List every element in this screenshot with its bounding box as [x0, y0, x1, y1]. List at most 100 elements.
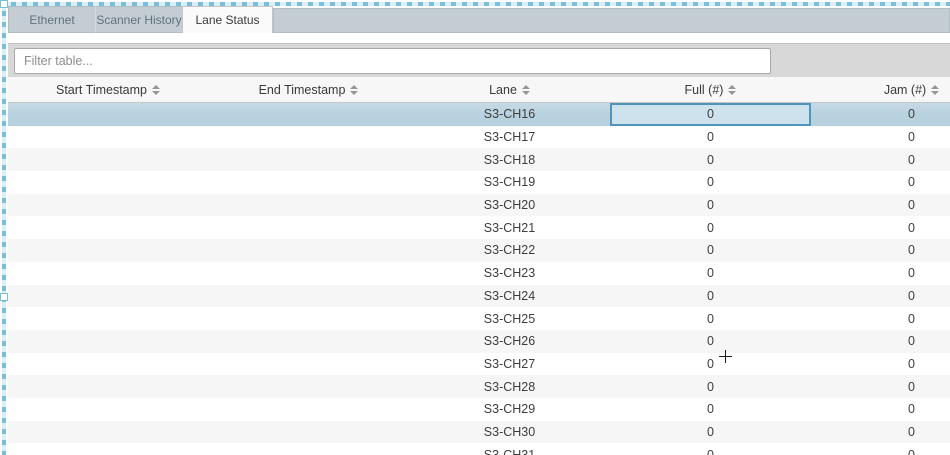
start-timestamp-cell[interactable] — [8, 148, 208, 171]
table-row[interactable]: S3-CH31 0 0 — [8, 443, 950, 455]
jam-cell[interactable]: 0 — [811, 126, 950, 149]
jam-cell[interactable]: 0 — [811, 398, 950, 421]
table-row[interactable]: S3-CH18 0 0 — [8, 148, 950, 171]
start-timestamp-cell[interactable] — [8, 421, 208, 444]
end-timestamp-cell[interactable] — [208, 421, 409, 444]
jam-cell[interactable]: 0 — [811, 421, 950, 444]
start-timestamp-cell[interactable] — [8, 307, 208, 330]
jam-cell[interactable]: 0 — [811, 262, 950, 285]
full-cell[interactable]: 0 — [610, 353, 811, 376]
end-timestamp-cell[interactable] — [208, 285, 409, 308]
lane-cell[interactable]: S3-CH27 — [409, 353, 610, 376]
end-timestamp-cell[interactable] — [208, 126, 409, 149]
end-timestamp-cell[interactable] — [208, 262, 409, 285]
table-row[interactable]: S3-CH16 0 0 — [8, 103, 950, 126]
table-row[interactable]: S3-CH22 0 0 — [8, 239, 950, 262]
full-cell[interactable]: 0 — [610, 126, 811, 149]
full-cell[interactable]: 0 — [610, 103, 811, 126]
start-timestamp-cell[interactable] — [8, 330, 208, 353]
full-cell[interactable]: 0 — [610, 375, 811, 398]
end-timestamp-cell[interactable] — [208, 148, 409, 171]
lane-cell[interactable]: S3-CH29 — [409, 398, 610, 421]
lane-cell[interactable]: S3-CH31 — [409, 443, 610, 455]
end-timestamp-cell[interactable] — [208, 353, 409, 376]
end-timestamp-cell[interactable] — [208, 443, 409, 455]
jam-cell[interactable]: 0 — [811, 194, 950, 217]
jam-cell[interactable]: 0 — [811, 239, 950, 262]
end-timestamp-cell[interactable] — [208, 194, 409, 217]
lane-cell[interactable]: S3-CH23 — [409, 262, 610, 285]
column-header[interactable]: Jam (#) — [811, 77, 950, 102]
lane-cell[interactable]: S3-CH26 — [409, 330, 610, 353]
full-cell[interactable]: 0 — [610, 216, 811, 239]
lane-cell[interactable]: S3-CH18 — [409, 148, 610, 171]
end-timestamp-cell[interactable] — [208, 171, 409, 194]
table-row[interactable]: S3-CH23 0 0 — [8, 262, 950, 285]
start-timestamp-cell[interactable] — [8, 375, 208, 398]
full-cell[interactable]: 0 — [610, 330, 811, 353]
tab[interactable]: Lane Status — [182, 6, 273, 33]
table-row[interactable]: S3-CH24 0 0 — [8, 285, 950, 308]
jam-cell[interactable]: 0 — [811, 353, 950, 376]
lane-cell[interactable]: S3-CH28 — [409, 375, 610, 398]
column-header[interactable]: Full (#) — [610, 77, 811, 102]
end-timestamp-cell[interactable] — [208, 398, 409, 421]
start-timestamp-cell[interactable] — [8, 443, 208, 455]
selection-handle-left-middle[interactable] — [0, 293, 8, 301]
lane-cell[interactable]: S3-CH17 — [409, 126, 610, 149]
jam-cell[interactable]: 0 — [811, 375, 950, 398]
start-timestamp-cell[interactable] — [8, 194, 208, 217]
full-cell[interactable]: 0 — [610, 148, 811, 171]
jam-cell[interactable]: 0 — [811, 330, 950, 353]
table-row[interactable]: S3-CH19 0 0 — [8, 171, 950, 194]
start-timestamp-cell[interactable] — [8, 353, 208, 376]
column-header[interactable]: Start Timestamp — [8, 77, 208, 102]
table-row[interactable]: S3-CH17 0 0 — [8, 126, 950, 149]
start-timestamp-cell[interactable] — [8, 262, 208, 285]
table-row[interactable]: S3-CH25 0 0 — [8, 307, 950, 330]
lane-cell[interactable]: S3-CH19 — [409, 171, 610, 194]
jam-cell[interactable]: 0 — [811, 443, 950, 455]
end-timestamp-cell[interactable] — [208, 375, 409, 398]
lane-cell[interactable]: S3-CH21 — [409, 216, 610, 239]
tab[interactable]: Scanner History — [95, 6, 182, 33]
end-timestamp-cell[interactable] — [208, 330, 409, 353]
full-cell[interactable]: 0 — [610, 443, 811, 455]
start-timestamp-cell[interactable] — [8, 171, 208, 194]
full-cell[interactable]: 0 — [610, 194, 811, 217]
full-cell[interactable]: 0 — [610, 421, 811, 444]
lane-cell[interactable]: S3-CH30 — [409, 421, 610, 444]
full-cell[interactable]: 0 — [610, 398, 811, 421]
full-cell[interactable]: 0 — [610, 239, 811, 262]
jam-cell[interactable]: 0 — [811, 285, 950, 308]
full-cell[interactable]: 0 — [610, 285, 811, 308]
tab[interactable]: Ethernet — [8, 6, 95, 33]
lane-cell[interactable]: S3-CH16 — [409, 103, 610, 126]
lane-cell[interactable]: S3-CH22 — [409, 239, 610, 262]
start-timestamp-cell[interactable] — [8, 103, 208, 126]
table-row[interactable]: S3-CH29 0 0 — [8, 398, 950, 421]
start-timestamp-cell[interactable] — [8, 239, 208, 262]
full-cell[interactable]: 0 — [610, 307, 811, 330]
start-timestamp-cell[interactable] — [8, 285, 208, 308]
table-row[interactable]: S3-CH21 0 0 — [8, 216, 950, 239]
lane-cell[interactable]: S3-CH25 — [409, 307, 610, 330]
jam-cell[interactable]: 0 — [811, 216, 950, 239]
full-cell[interactable]: 0 — [610, 262, 811, 285]
start-timestamp-cell[interactable] — [8, 126, 208, 149]
table-row[interactable]: S3-CH26 0 0 — [8, 330, 950, 353]
lane-cell[interactable]: S3-CH24 — [409, 285, 610, 308]
jam-cell[interactable]: 0 — [811, 148, 950, 171]
end-timestamp-cell[interactable] — [208, 307, 409, 330]
table-row[interactable]: S3-CH20 0 0 — [8, 194, 950, 217]
column-header[interactable]: End Timestamp — [208, 77, 409, 102]
column-header[interactable]: Lane — [409, 77, 610, 102]
lane-cell[interactable]: S3-CH20 — [409, 194, 610, 217]
start-timestamp-cell[interactable] — [8, 216, 208, 239]
full-cell[interactable]: 0 — [610, 171, 811, 194]
end-timestamp-cell[interactable] — [208, 103, 409, 126]
selection-handle-top-left[interactable] — [0, 0, 8, 8]
table-row[interactable]: S3-CH27 0 0 — [8, 353, 950, 376]
jam-cell[interactable]: 0 — [811, 307, 950, 330]
start-timestamp-cell[interactable] — [8, 398, 208, 421]
